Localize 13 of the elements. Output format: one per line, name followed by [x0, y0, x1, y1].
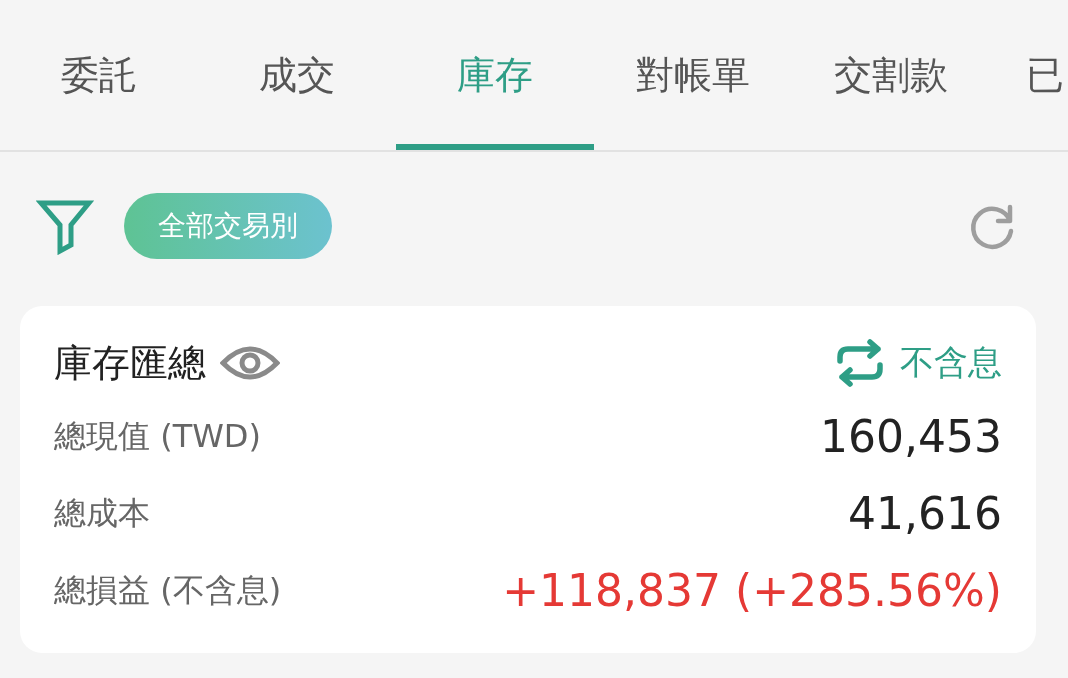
row-value: +118,837 (+285.56%) [502, 565, 1002, 616]
row-value: 160,453 [820, 411, 1002, 462]
row-value: 41,616 [848, 488, 1002, 539]
tab[interactable]: 對帳單 [594, 0, 792, 150]
tab[interactable]: 交割款 [792, 0, 990, 150]
row-label: 總損益 (不含息) [54, 569, 282, 611]
row-label: 總成本 [54, 492, 150, 534]
summary-title: 庫存匯總 [54, 339, 206, 387]
tab[interactable]: 成交 [198, 0, 396, 150]
tab[interactable]: 委託 [0, 0, 198, 150]
swap-icon [834, 339, 886, 387]
tab[interactable]: 已 [990, 0, 1068, 150]
row-label: 總現值 (TWD) [54, 415, 261, 457]
